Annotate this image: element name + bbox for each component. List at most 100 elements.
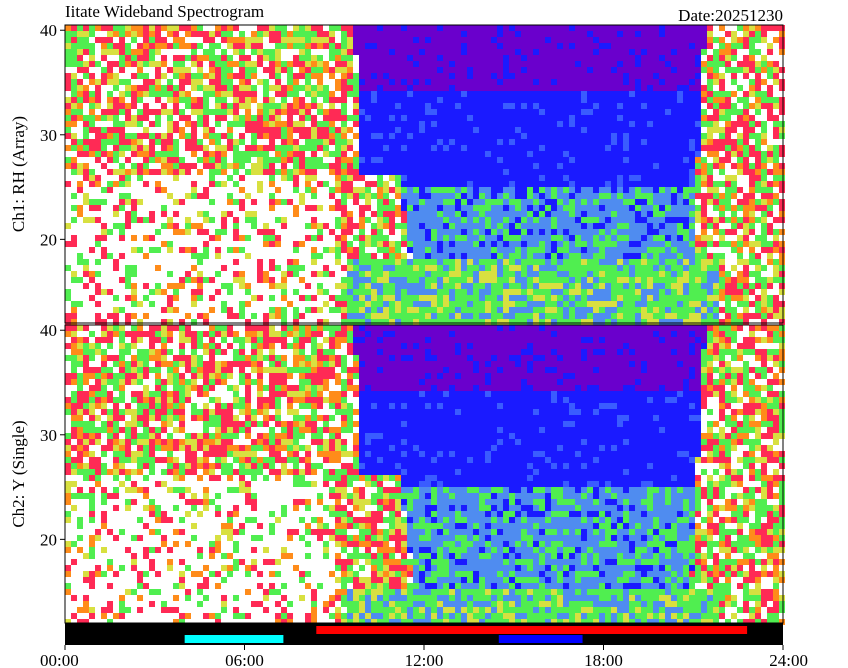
- heatmap-cell: [485, 139, 491, 145]
- heatmap-cell: [533, 187, 539, 193]
- heatmap-cell: [251, 211, 257, 217]
- heatmap-cell: [611, 127, 617, 133]
- heatmap-cell: [665, 25, 671, 31]
- heatmap-cell: [353, 97, 359, 103]
- heatmap-cell: [275, 187, 281, 193]
- heatmap-cell: [431, 31, 437, 37]
- heatmap-cell: [317, 121, 323, 127]
- heatmap-cell: [353, 31, 359, 37]
- heatmap-cell: [497, 115, 503, 121]
- heatmap-cell: [257, 241, 263, 247]
- heatmap-cell: [77, 79, 83, 85]
- heatmap-cell: [233, 121, 239, 127]
- heatmap-cell: [623, 199, 629, 205]
- heatmap-cell: [137, 85, 143, 91]
- heatmap-cell: [743, 205, 749, 211]
- heatmap-cell: [767, 253, 773, 259]
- heatmap-cell: [119, 85, 125, 91]
- heatmap-cell: [119, 265, 125, 271]
- heatmap-cell: [245, 187, 251, 193]
- heatmap-cell: [371, 151, 377, 157]
- heatmap-cell: [779, 193, 785, 199]
- heatmap-cell: [605, 43, 611, 49]
- heatmap-cell: [617, 127, 623, 133]
- heatmap-cell: [593, 85, 599, 91]
- heatmap-cell: [629, 151, 635, 157]
- heatmap-cell: [533, 31, 539, 37]
- heatmap-cell: [737, 109, 743, 115]
- heatmap-cell: [197, 55, 203, 61]
- heatmap-cell: [671, 157, 677, 163]
- heatmap-cell: [257, 55, 263, 61]
- heatmap-cell: [731, 139, 737, 145]
- heatmap-cell: [671, 229, 677, 235]
- heatmap-cell: [731, 133, 737, 139]
- heatmap-cell: [245, 61, 251, 67]
- heatmap-cell: [551, 265, 557, 271]
- heatmap-cell: [623, 127, 629, 133]
- heatmap-cell: [509, 61, 515, 67]
- heatmap-cell: [599, 121, 605, 127]
- heatmap-cell: [719, 55, 725, 61]
- heatmap-cell: [515, 181, 521, 187]
- heatmap-cell: [281, 115, 287, 121]
- heatmap-cell: [293, 199, 299, 205]
- heatmap-cell: [197, 67, 203, 73]
- heatmap-cell: [161, 127, 167, 133]
- heatmap-cell: [719, 235, 725, 241]
- heatmap-cell: [155, 217, 161, 223]
- heatmap-cell: [419, 169, 425, 175]
- heatmap-cell: [485, 115, 491, 121]
- heatmap-cell: [161, 253, 167, 259]
- heatmap-cell: [395, 235, 401, 241]
- heatmap-cell: [611, 49, 617, 55]
- heatmap-cell: [209, 235, 215, 241]
- heatmap-cell: [281, 163, 287, 169]
- heatmap-cell: [677, 109, 683, 115]
- heatmap-cell: [173, 235, 179, 241]
- heatmap-cell: [215, 115, 221, 121]
- heatmap-cell: [743, 85, 749, 91]
- heatmap-cell: [443, 55, 449, 61]
- heatmap-cell: [257, 67, 263, 73]
- heatmap-cell: [215, 229, 221, 235]
- heatmap-cell: [311, 271, 317, 277]
- heatmap-cell: [659, 145, 665, 151]
- heatmap-cell: [125, 169, 131, 175]
- heatmap-cell: [389, 55, 395, 61]
- heatmap-cell: [389, 85, 395, 91]
- heatmap-cell: [605, 265, 611, 271]
- heatmap-cell: [467, 115, 473, 121]
- heatmap-cell: [587, 109, 593, 115]
- heatmap-cell: [479, 247, 485, 253]
- heatmap-cell: [605, 85, 611, 91]
- heatmap-cell: [521, 61, 527, 67]
- heatmap-cell: [569, 37, 575, 43]
- heatmap-cell: [155, 229, 161, 235]
- heatmap-cell: [305, 133, 311, 139]
- heatmap-cell: [755, 265, 761, 271]
- heatmap-cell: [353, 259, 359, 265]
- heatmap-cell: [77, 73, 83, 79]
- heatmap-cell: [455, 85, 461, 91]
- heatmap-cell: [353, 211, 359, 217]
- heatmap-cell: [413, 271, 419, 277]
- heatmap-cell: [629, 247, 635, 253]
- heatmap-cell: [503, 43, 509, 49]
- heatmap-cell: [539, 43, 545, 49]
- heatmap-cell: [311, 97, 317, 103]
- heatmap-cell: [635, 91, 641, 97]
- heatmap-cell: [581, 55, 587, 61]
- heatmap-cell: [761, 37, 767, 43]
- heatmap-cell: [125, 37, 131, 43]
- heatmap-cell: [725, 217, 731, 223]
- heatmap-cell: [155, 61, 161, 67]
- heatmap-cell: [563, 199, 569, 205]
- heatmap-cell: [473, 97, 479, 103]
- heatmap-cell: [419, 247, 425, 253]
- heatmap-cell: [755, 235, 761, 241]
- heatmap-cell: [437, 199, 443, 205]
- heatmap-cell: [179, 163, 185, 169]
- heatmap-cell: [599, 67, 605, 73]
- heatmap-cell: [563, 217, 569, 223]
